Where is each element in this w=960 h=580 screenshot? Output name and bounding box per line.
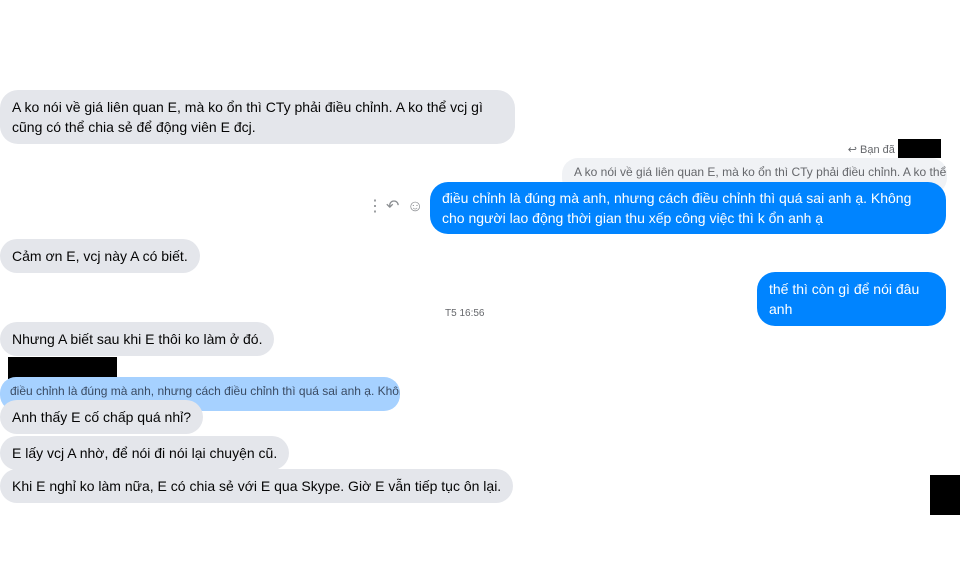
redaction-block: [930, 475, 960, 515]
reply-label: ↩ Bạn đã t: [847, 144, 901, 156]
message-incoming[interactable]: Nhưng A biết sau khi E thôi ko làm ở đó.: [0, 322, 275, 356]
more-vertical-icon[interactable]: ⋮: [367, 199, 383, 215]
message-incoming[interactable]: Anh thấy E cố chấp quá nhỉ?: [0, 400, 204, 434]
redaction-block: [898, 139, 941, 158]
message-incoming[interactable]: A ko nói về giá liên quan E, mà ko ổn th…: [0, 90, 515, 144]
message-incoming[interactable]: E lấy vcj A nhờ, để nói đi nói lại chuyệ…: [0, 436, 290, 470]
message-incoming[interactable]: Khi E nghỉ ko làm nữa, E có chia sẻ với …: [0, 469, 514, 503]
message-outgoing[interactable]: điều chỉnh là đúng mà anh, nhưng cách đi…: [430, 182, 946, 234]
timestamp: T5 16:56: [445, 308, 485, 319]
message-outgoing[interactable]: thế thì còn gì để nói đâu anh: [757, 272, 946, 326]
reply-arrow-icon: ↩: [847, 144, 861, 156]
redaction-block: [8, 357, 117, 379]
message-incoming[interactable]: Cảm ơn E, vcj này A có biết.: [0, 239, 200, 273]
reply-icon[interactable]: ↶: [386, 199, 399, 215]
smiley-icon[interactable]: ☺: [407, 199, 423, 215]
